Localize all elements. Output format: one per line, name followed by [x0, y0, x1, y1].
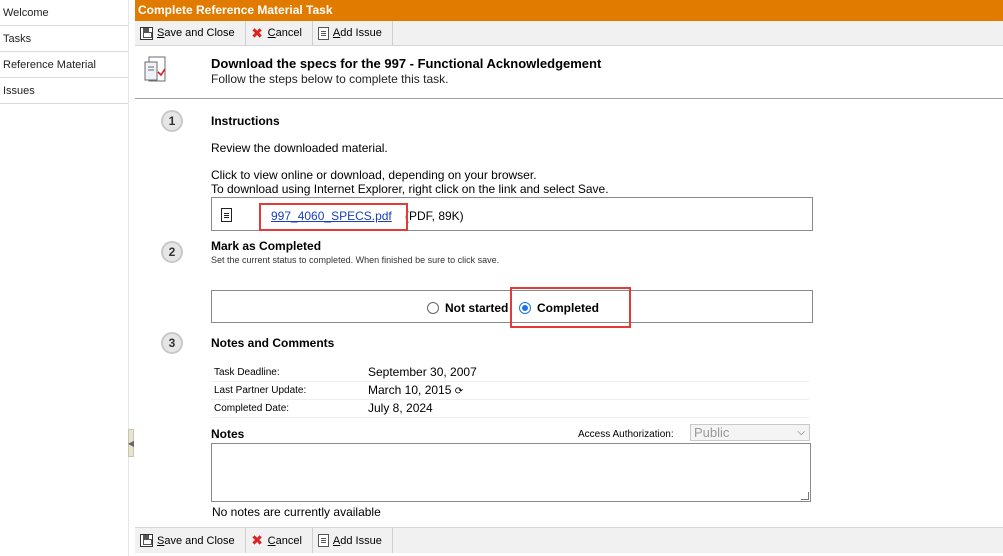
cancel-label: ancel [275, 534, 302, 547]
cancel-accesskey: C [267, 27, 276, 39]
task-panel: Complete Reference Material Task Save an… [135, 0, 1003, 556]
add-issue-label: dd Issue [340, 27, 382, 39]
cancel-x-icon: ✖ [251, 532, 264, 548]
sidebar-item-reference-material[interactable]: Reference Material [0, 52, 128, 78]
task-subtitle: Follow the steps below to complete this … [211, 72, 449, 86]
not-started-label: Not started [445, 301, 509, 315]
detail-row-completed-date: Completed Date: July 8, 2024 [211, 400, 809, 418]
sync-icon: ⟳ [454, 386, 464, 397]
file-link-highlight [259, 203, 408, 231]
notes-empty-message: No notes are currently available [212, 505, 381, 519]
task-title: Download the specs for the 997 - Functio… [211, 56, 602, 71]
step-2-number: 2 [161, 241, 183, 263]
save-label: ave and Close [164, 27, 235, 39]
mark-completed-hint: Set the current status to completed. Whe… [211, 255, 500, 265]
detail-row-deadline: Task Deadline: September 30, 2007 [211, 364, 809, 382]
file-icon [221, 208, 232, 222]
not-started-radio[interactable] [427, 302, 439, 314]
window-title: Complete Reference Material Task [135, 0, 1003, 21]
bottom-toolbar: Save and Close ✖ Cancel Add Issue [135, 527, 1003, 553]
instructions-line-2: Click to view online or download, depend… [211, 168, 537, 182]
dropdown-chevron-icon: ⌵ [797, 427, 805, 438]
left-navigation: Welcome Tasks Reference Material Issues [0, 0, 129, 556]
detail-row-last-update: Last Partner Update: March 10, 2015 ⟳ [211, 382, 809, 400]
notes-textarea[interactable] [211, 443, 811, 502]
task-document-icon [144, 56, 166, 82]
sidebar-item-issues[interactable]: Issues [0, 78, 128, 104]
cancel-accesskey: C [267, 534, 276, 547]
top-toolbar: Save and Close ✖ Cancel Add Issue [135, 21, 1003, 46]
resize-grip-icon[interactable] [801, 492, 809, 500]
sidebar-item-tasks[interactable]: Tasks [0, 26, 128, 52]
collapse-sidebar-handle[interactable]: ◀ [128, 429, 134, 457]
instructions-line-3: To download using Internet Explorer, rig… [211, 182, 609, 196]
last-update-label: Last Partner Update: [214, 385, 307, 396]
notes-label: Notes [211, 427, 245, 441]
step-3-number: 3 [161, 332, 183, 354]
completed-date-label: Completed Date: [214, 403, 290, 414]
file-meta: (PDF, 89K) [405, 209, 464, 223]
last-update-value: March 10, 2015 ⟳ [368, 383, 463, 397]
save-label: ave and Close [164, 534, 235, 547]
deadline-label: Task Deadline: [214, 367, 280, 378]
add-issue-icon [317, 26, 329, 40]
add-issue-button[interactable]: Add Issue [313, 21, 393, 45]
floppy-disk-icon [140, 534, 153, 547]
cancel-button[interactable]: ✖ Cancel [246, 21, 313, 45]
deadline-value: September 30, 2007 [368, 365, 477, 379]
cancel-label: ancel [275, 27, 302, 39]
collapse-arrow-icon: ◀ [127, 438, 135, 448]
floppy-disk-icon [140, 26, 153, 40]
task-header: Download the specs for the 997 - Functio… [135, 47, 1003, 99]
add-issue-icon [317, 534, 329, 547]
save-and-close-button[interactable]: Save and Close [135, 21, 246, 45]
access-authorization-value: Public [694, 425, 730, 440]
status-not-started-option[interactable]: Not started [427, 301, 508, 315]
access-authorization-label: Access Authorization: [578, 429, 674, 440]
add-issue-button-bottom[interactable]: Add Issue [313, 528, 393, 553]
completed-highlight [510, 287, 631, 328]
completed-date-value: July 8, 2024 [368, 401, 433, 415]
instructions-heading: Instructions [211, 114, 280, 128]
last-update-date: March 10, 2015 [368, 383, 452, 397]
save-and-close-button-bottom[interactable]: Save and Close [135, 528, 246, 553]
cancel-button-bottom[interactable]: ✖ Cancel [246, 528, 313, 553]
notes-comments-heading: Notes and Comments [211, 336, 335, 350]
sidebar-item-welcome[interactable]: Welcome [0, 0, 128, 26]
instructions-line-1: Review the downloaded material. [211, 141, 388, 155]
mark-completed-heading: Mark as Completed [211, 239, 322, 253]
cancel-x-icon: ✖ [251, 24, 264, 41]
add-issue-label: dd Issue [340, 534, 382, 547]
task-content: Download the specs for the 997 - Functio… [135, 47, 1003, 527]
access-authorization-select[interactable]: Public ⌵ [690, 424, 810, 441]
step-1-number: 1 [161, 110, 183, 132]
